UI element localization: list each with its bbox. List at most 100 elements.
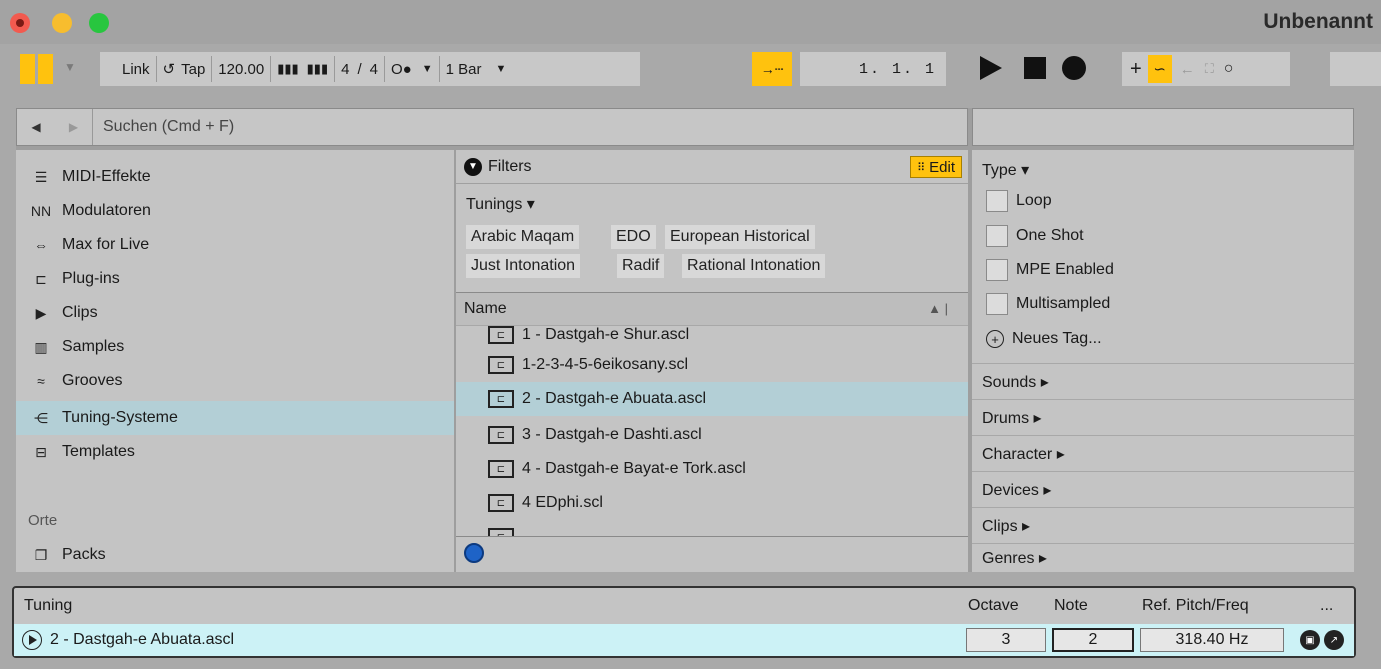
- tuning-file-icon: ⊏: [488, 326, 514, 344]
- loop-capture-icon[interactable]: ⛶: [1205, 61, 1214, 77]
- new-tag-button[interactable]: + Neues Tag...: [986, 330, 1102, 348]
- preview-play-icon[interactable]: [22, 630, 42, 650]
- record-button[interactable]: [1062, 56, 1086, 80]
- ref-pitch-field[interactable]: 318.40 Hz: [1140, 628, 1284, 652]
- list-item-selected[interactable]: ⊏ 2 - Dastgah-e Abuata.ascl: [456, 382, 968, 416]
- mpe-enabled-checkbox[interactable]: [986, 259, 1008, 281]
- minimize-window-button[interactable]: [52, 13, 72, 33]
- sidebar-item-tuning-systems[interactable]: ⋲ Tuning-Systeme: [16, 401, 454, 435]
- ref-pitch-column-header: Ref. Pitch/Freq: [1142, 597, 1249, 614]
- type-heading[interactable]: Type ▾: [982, 160, 1029, 180]
- category-clips[interactable]: Clips ▸: [972, 507, 1354, 543]
- search-bar: ◀ ▶ Suchen (Cmd + F): [16, 108, 968, 146]
- open-external-icon[interactable]: ↗: [1324, 630, 1344, 650]
- nudge-up-icon[interactable]: ▮▮▮: [307, 61, 328, 77]
- save-icon[interactable]: ▣: [1300, 630, 1320, 650]
- sidebar-item-plugins[interactable]: ⊏ Plug-ins: [16, 262, 454, 296]
- list-item[interactable]: ⊏ 4 - Dastgah-e Bayat-e Tork.ascl: [456, 452, 968, 486]
- filter-tag[interactable]: Rational Intonation: [682, 254, 826, 278]
- chevron-down-icon[interactable]: ▼: [64, 60, 76, 74]
- plus-icon[interactable]: +: [1130, 58, 1142, 81]
- edit-filters-button[interactable]: ⠿ Edit: [910, 156, 962, 178]
- tuning-panel-title: Tuning: [24, 597, 73, 614]
- list-item[interactable]: ⊏: [456, 520, 968, 536]
- category-sounds[interactable]: Sounds ▸: [972, 363, 1354, 399]
- sidebar-item-modulators[interactable]: NN Modulatoren: [16, 194, 454, 228]
- sort-ascending-icon[interactable]: ▲ |: [928, 301, 948, 316]
- octave-field[interactable]: 3: [966, 628, 1046, 652]
- stop-button[interactable]: [1024, 57, 1046, 79]
- sidebar-item-label: Packs: [62, 546, 106, 563]
- link-button[interactable]: Link: [122, 61, 150, 78]
- file-name: 1-2-3-4-5-6eikosany.scl: [522, 356, 688, 373]
- back-button[interactable]: ◀: [17, 109, 55, 145]
- hot-swap-icon[interactable]: [464, 543, 484, 563]
- more-options-button[interactable]: ...: [1320, 597, 1333, 615]
- sidebar-item-max-for-live[interactable]: ⇔ Max for Live: [16, 228, 454, 262]
- plus-circle-icon: +: [986, 330, 1004, 348]
- signature-denominator[interactable]: 4: [370, 61, 378, 78]
- quantize-select[interactable]: 1 Bar: [446, 61, 482, 78]
- tuning-row[interactable]: 2 - Dastgah-e Abuata.ascl 3 2 318.40 Hz …: [14, 624, 1354, 656]
- loop-checkbox[interactable]: [986, 190, 1008, 212]
- list-item[interactable]: ⊏ 1-2-3-4-5-6eikosany.scl: [456, 348, 968, 382]
- search-input[interactable]: Suchen (Cmd + F): [103, 118, 234, 136]
- zoom-window-button[interactable]: [89, 13, 109, 33]
- edit-tools: + ∽ ← ⛶ ○: [1122, 52, 1290, 86]
- tempo-field[interactable]: 120.00: [218, 61, 264, 78]
- play-button[interactable]: [980, 56, 1002, 80]
- tuning-panel-header: Tuning Octave Note Ref. Pitch/Freq ...: [14, 588, 1354, 624]
- back-to-arrangement-icon[interactable]: ←: [1180, 61, 1195, 78]
- tuning-file-icon: ⊏: [488, 528, 514, 536]
- octave-column-header: Octave: [968, 597, 1019, 614]
- sidebar-item-label: MIDI-Effekte: [62, 168, 151, 185]
- window-title: Unbenannt: [1263, 10, 1373, 33]
- sidebar-item-label: Clips: [62, 304, 98, 321]
- filter-toggle-icon[interactable]: ▼: [464, 157, 482, 176]
- tunings-filter-heading[interactable]: Tunings ▾: [466, 194, 535, 214]
- automation-arm-icon[interactable]: ∽: [1147, 55, 1172, 83]
- note-column-header: Note: [1054, 597, 1088, 614]
- session-record-icon[interactable]: ○: [1224, 60, 1234, 78]
- sidebar-item-clips[interactable]: ▶ Clips: [16, 296, 454, 330]
- sidebar-item-samples[interactable]: ▥ Samples: [16, 330, 454, 364]
- close-window-button[interactable]: [10, 13, 30, 33]
- sidebar-item-packs[interactable]: ❐ Packs: [16, 538, 454, 572]
- metronome-icon[interactable]: O●: [391, 61, 412, 78]
- follow-arrangement-button[interactable]: →┄: [752, 52, 792, 86]
- signature-numerator[interactable]: 4: [341, 61, 349, 78]
- category-character[interactable]: Character ▸: [972, 435, 1354, 471]
- filter-tag[interactable]: Radif: [617, 254, 665, 278]
- sidebar-item-grooves[interactable]: ≈ Grooves: [16, 364, 454, 398]
- chevron-down-icon[interactable]: ▼: [495, 63, 506, 75]
- name-column-header[interactable]: Name: [464, 300, 507, 318]
- one-shot-checkbox[interactable]: [986, 225, 1008, 247]
- list-item[interactable]: ⊏ 4 EDphi.scl: [456, 486, 968, 520]
- follow-icon[interactable]: ↺: [163, 60, 176, 78]
- filters-label: Filters: [488, 157, 532, 175]
- filter-tag[interactable]: Just Intonation: [466, 254, 581, 278]
- signature-slash: /: [357, 60, 362, 78]
- clips-icon: ▶: [35, 304, 47, 321]
- note-field[interactable]: 2: [1052, 628, 1134, 652]
- view-toggle-icon[interactable]: [20, 54, 54, 84]
- list-item[interactable]: ⊏ 3 - Dastgah-e Dashti.ascl: [456, 418, 968, 452]
- sidebar-item-label: Tuning-Systeme: [62, 409, 178, 426]
- category-drums[interactable]: Drums ▸: [972, 399, 1354, 435]
- arrangement-position[interactable]: 1. 1. 1: [800, 52, 946, 86]
- multisampled-checkbox[interactable]: [986, 293, 1008, 315]
- tap-button[interactable]: Tap: [181, 61, 205, 78]
- filter-tag[interactable]: EDO: [611, 225, 656, 249]
- filter-tag[interactable]: Arabic Maqam: [466, 225, 580, 249]
- forward-button[interactable]: ▶: [55, 109, 93, 145]
- title-bar: Unbenannt: [0, 0, 1381, 44]
- list-header[interactable]: Name ▲ |: [456, 292, 968, 326]
- sidebar-item-templates[interactable]: ⊟ Templates: [16, 435, 454, 469]
- chevron-down-icon[interactable]: ▼: [422, 63, 433, 75]
- category-devices[interactable]: Devices ▸: [972, 471, 1354, 507]
- nudge-down-icon[interactable]: ▮▮▮: [277, 61, 298, 77]
- filter-bar[interactable]: ▼ Filters ⠿ Edit: [456, 150, 968, 184]
- sidebar-item-midi-effects[interactable]: ☰ MIDI-Effekte: [16, 160, 454, 194]
- filter-tag[interactable]: European Historical: [665, 225, 815, 249]
- category-genres[interactable]: Genres ▸: [972, 543, 1354, 572]
